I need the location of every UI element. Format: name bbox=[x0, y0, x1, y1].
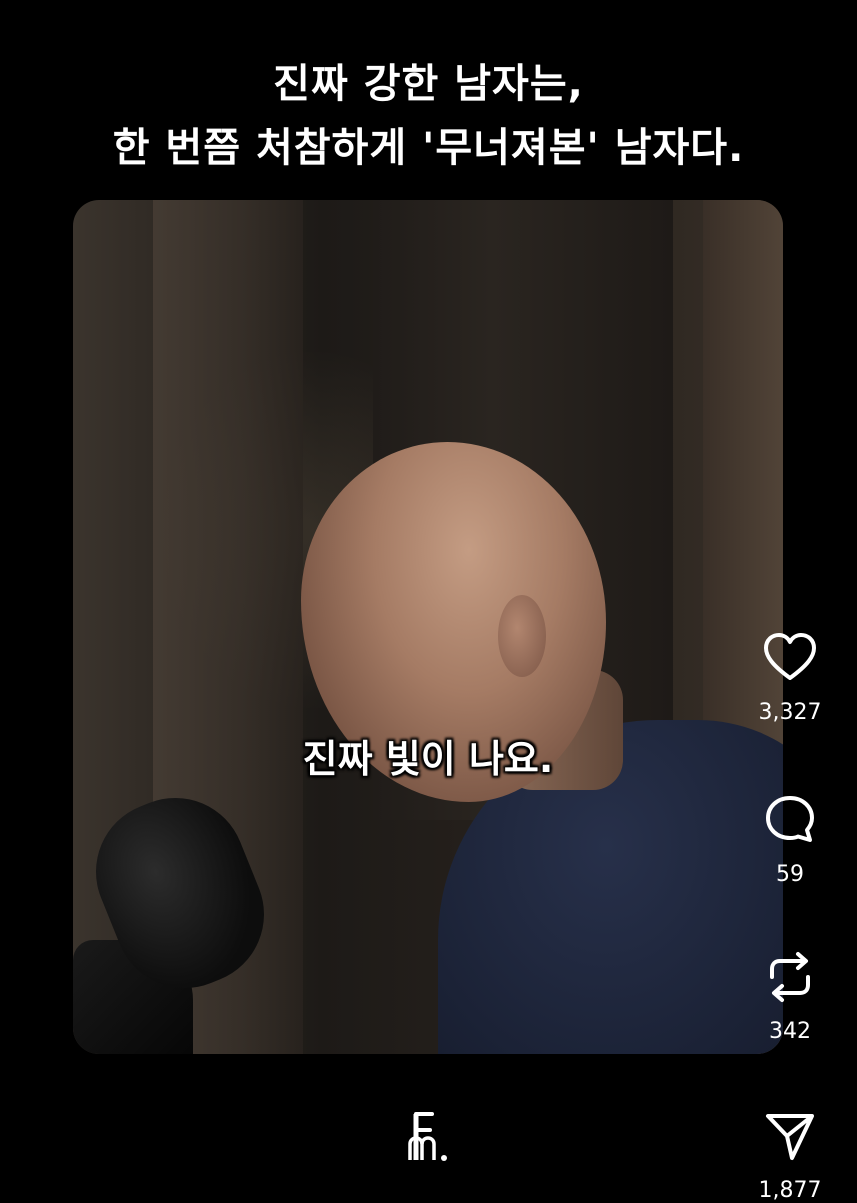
heart-icon[interactable] bbox=[760, 628, 820, 688]
video-subtitle: 진짜 빛이 나요. bbox=[302, 737, 554, 781]
like-button[interactable]: 3,327 bbox=[745, 628, 835, 725]
comment-count: 59 bbox=[776, 862, 804, 887]
repost-count: 342 bbox=[769, 1019, 811, 1044]
like-count: 3,327 bbox=[758, 700, 822, 725]
share-button[interactable]: 1,877 bbox=[745, 1106, 835, 1203]
post-headline: 진짜 강한 남자는, 한 번쯤 처참하게 '무너져본' 남자다. bbox=[0, 52, 857, 180]
share-count: 1,877 bbox=[758, 1178, 822, 1203]
video-player[interactable]: 진짜 빛이 나요. bbox=[73, 200, 783, 1054]
channel-logo-icon[interactable] bbox=[400, 1108, 460, 1168]
headline-line-1: 진짜 강한 남자는, bbox=[273, 61, 584, 107]
action-rail: 3,327 59 342 1,877 bbox=[745, 0, 835, 1203]
repost-arrows-icon[interactable] bbox=[760, 947, 820, 1007]
comment-bubble-icon[interactable] bbox=[760, 790, 820, 850]
headline-line-2: 한 번쯤 처참하게 '무너져본' 남자다. bbox=[112, 125, 745, 171]
send-paper-plane-icon[interactable] bbox=[760, 1106, 820, 1166]
speaker-ear bbox=[498, 595, 546, 677]
repost-button[interactable]: 342 bbox=[745, 947, 835, 1044]
comment-button[interactable]: 59 bbox=[745, 790, 835, 887]
